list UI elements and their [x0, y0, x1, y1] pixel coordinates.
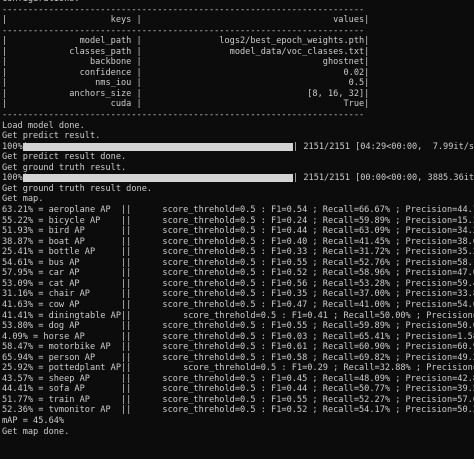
- ap-result-row: 65.94% = person AP || score_threhold=0.5…: [2, 353, 474, 363]
- config-row: | nms_iou | 0.5|: [2, 78, 370, 88]
- log-load-model: Load model done.: [2, 121, 85, 131]
- config-row: | classes_path | model_data/voc_classes.…: [2, 47, 370, 57]
- config-separator: ----------------------------------------…: [2, 5, 365, 15]
- log-get-map: Get map.: [2, 194, 44, 204]
- progress-predict: 100%| | 2151/2151 [04:29<00:00, 7.99it/s]: [2, 142, 474, 152]
- log-predict-done: Get predict result done.: [2, 152, 127, 162]
- ap-result-row: 52.36% = tvmonitor AP || score_threhold=…: [2, 405, 474, 415]
- ap-result-row: 31.16% = chair AP || score_threhold=0.5 …: [2, 289, 474, 299]
- ap-result-row: 53.09% = cat AP || score_threhold=0.5 : …: [2, 279, 474, 289]
- ap-result-row: 57.95% = car AP || score_threhold=0.5 : …: [2, 268, 474, 278]
- log-get-predict: Get predict result.: [2, 131, 101, 141]
- config-row: | confidence | 0.02|: [2, 68, 370, 78]
- ap-result-row: 51.93% = bird AP || score_threhold=0.5 :…: [2, 226, 474, 236]
- map-result: mAP = 45.64%: [2, 416, 65, 426]
- config-row: | anchors_size | [8, 16, 32]|: [2, 89, 370, 99]
- ap-result-row: 43.57% = sheep AP || score_threhold=0.5 …: [2, 374, 474, 384]
- progress-bar-fill: [23, 143, 293, 151]
- ap-result-row: 55.22% = bicycle AP || score_threhold=0.…: [2, 216, 474, 226]
- terminal-output: Configurations:-------------------------…: [0, 0, 474, 459]
- config-title: Configurations:: [2, 0, 80, 4]
- ap-result-row: 44.41% = sofa AP || score_threhold=0.5 :…: [2, 384, 474, 394]
- ap-result-row: 25.92% = pottedplant AP|| score_threhold…: [2, 363, 474, 373]
- log-ground-truth-done: Get ground truth result done.: [2, 184, 153, 194]
- progress-stats: | 2151/2151 [04:29<00:00, 7.99it/s]: [293, 142, 474, 152]
- config-row: | model_path | logs2/best_epoch_weights.…: [2, 36, 370, 46]
- progress-ground-truth: 100%| | 2151/2151 [00:00<00:00, 3885.36it…: [2, 173, 474, 183]
- ap-result-row: 4.09% = horse AP || score_threhold=0.5 :…: [2, 332, 474, 342]
- config-header: | keys | values|: [2, 15, 370, 25]
- ap-result-row: 38.87% = boat AP || score_threhold=0.5 :…: [2, 237, 474, 247]
- config-row: | backbone | ghostnet|: [2, 57, 370, 67]
- ap-result-row: 58.47% = motorbike AP || score_threhold=…: [2, 342, 474, 352]
- log-map-done: Get map done.: [2, 427, 70, 437]
- ap-result-row: 41.63% = cow AP || score_threhold=0.5 : …: [2, 300, 474, 310]
- ap-result-row: 41.41% = diningtable AP|| score_threhold…: [2, 311, 474, 321]
- ap-result-row: 25.41% = bottle AP || score_threhold=0.5…: [2, 247, 474, 257]
- progress-stats: | 2151/2151 [00:00<00:00, 3885.36it/s]: [293, 173, 474, 183]
- progress-bar-fill: [23, 174, 293, 182]
- config-separator: ----------------------------------------…: [2, 26, 365, 36]
- ap-result-row: 51.77% = train AP || score_threhold=0.5 …: [2, 395, 474, 405]
- ap-result-row: 63.21% = aeroplane AP || score_threhold=…: [2, 205, 474, 215]
- ap-result-row: 53.80% = dog AP || score_threhold=0.5 : …: [2, 321, 474, 331]
- ap-result-row: 54.61% = bus AP || score_threhold=0.5 : …: [2, 258, 474, 268]
- config-separator: ----------------------------------------…: [2, 110, 365, 120]
- config-row: | cuda | True|: [2, 99, 370, 109]
- log-ground-truth: Get ground truth result.: [2, 163, 127, 173]
